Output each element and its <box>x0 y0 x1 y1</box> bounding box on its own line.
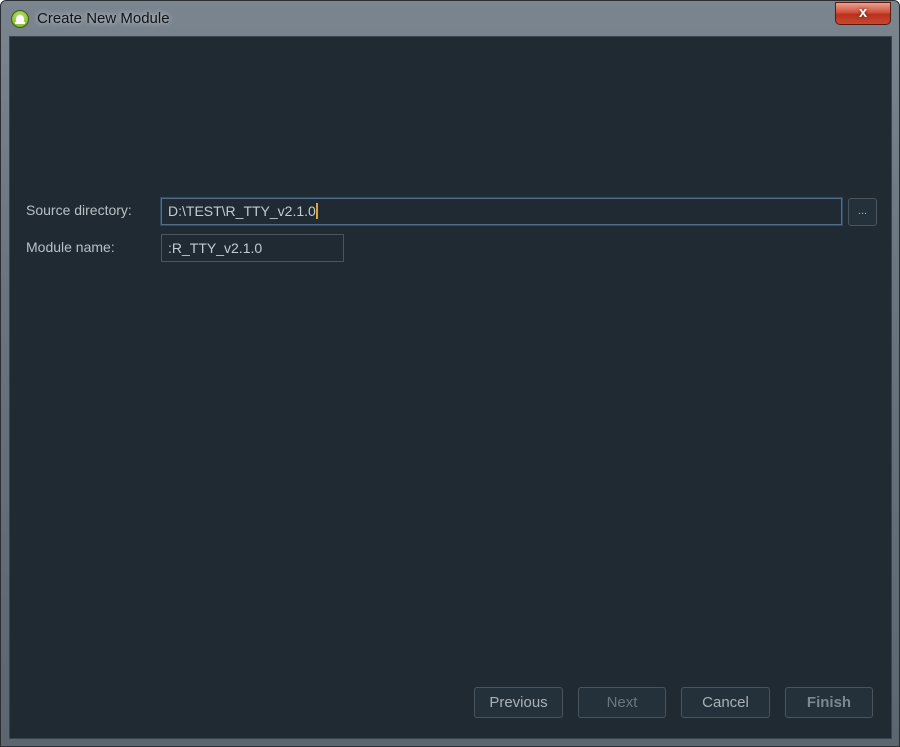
window-title: Create New Module <box>37 10 170 27</box>
dialog-content: Source directory: D:\TEST\R_TTY_v2.1.0 .… <box>9 36 892 739</box>
next-button[interactable]: Next <box>578 687 666 718</box>
source-directory-value: D:\TEST\R_TTY_v2.1.0 <box>168 203 316 219</box>
browse-button[interactable]: ... <box>848 198 877 226</box>
android-studio-icon <box>11 10 29 28</box>
cancel-button[interactable]: Cancel <box>681 687 770 718</box>
title-bar[interactable]: Create New Module x <box>1 1 899 36</box>
close-button[interactable]: x <box>835 2 891 25</box>
module-name-input[interactable]: :R_TTY_v2.1.0 <box>161 234 344 262</box>
finish-button[interactable]: Finish <box>785 687 873 718</box>
source-directory-input[interactable]: D:\TEST\R_TTY_v2.1.0 <box>161 198 842 225</box>
previous-button[interactable]: Previous <box>474 687 563 718</box>
module-name-label: Module name: <box>26 239 115 255</box>
module-name-value: :R_TTY_v2.1.0 <box>168 240 263 256</box>
source-directory-label: Source directory: <box>26 202 132 218</box>
text-caret <box>315 203 318 219</box>
create-new-module-dialog: Create New Module x Source directory: D:… <box>0 0 900 747</box>
